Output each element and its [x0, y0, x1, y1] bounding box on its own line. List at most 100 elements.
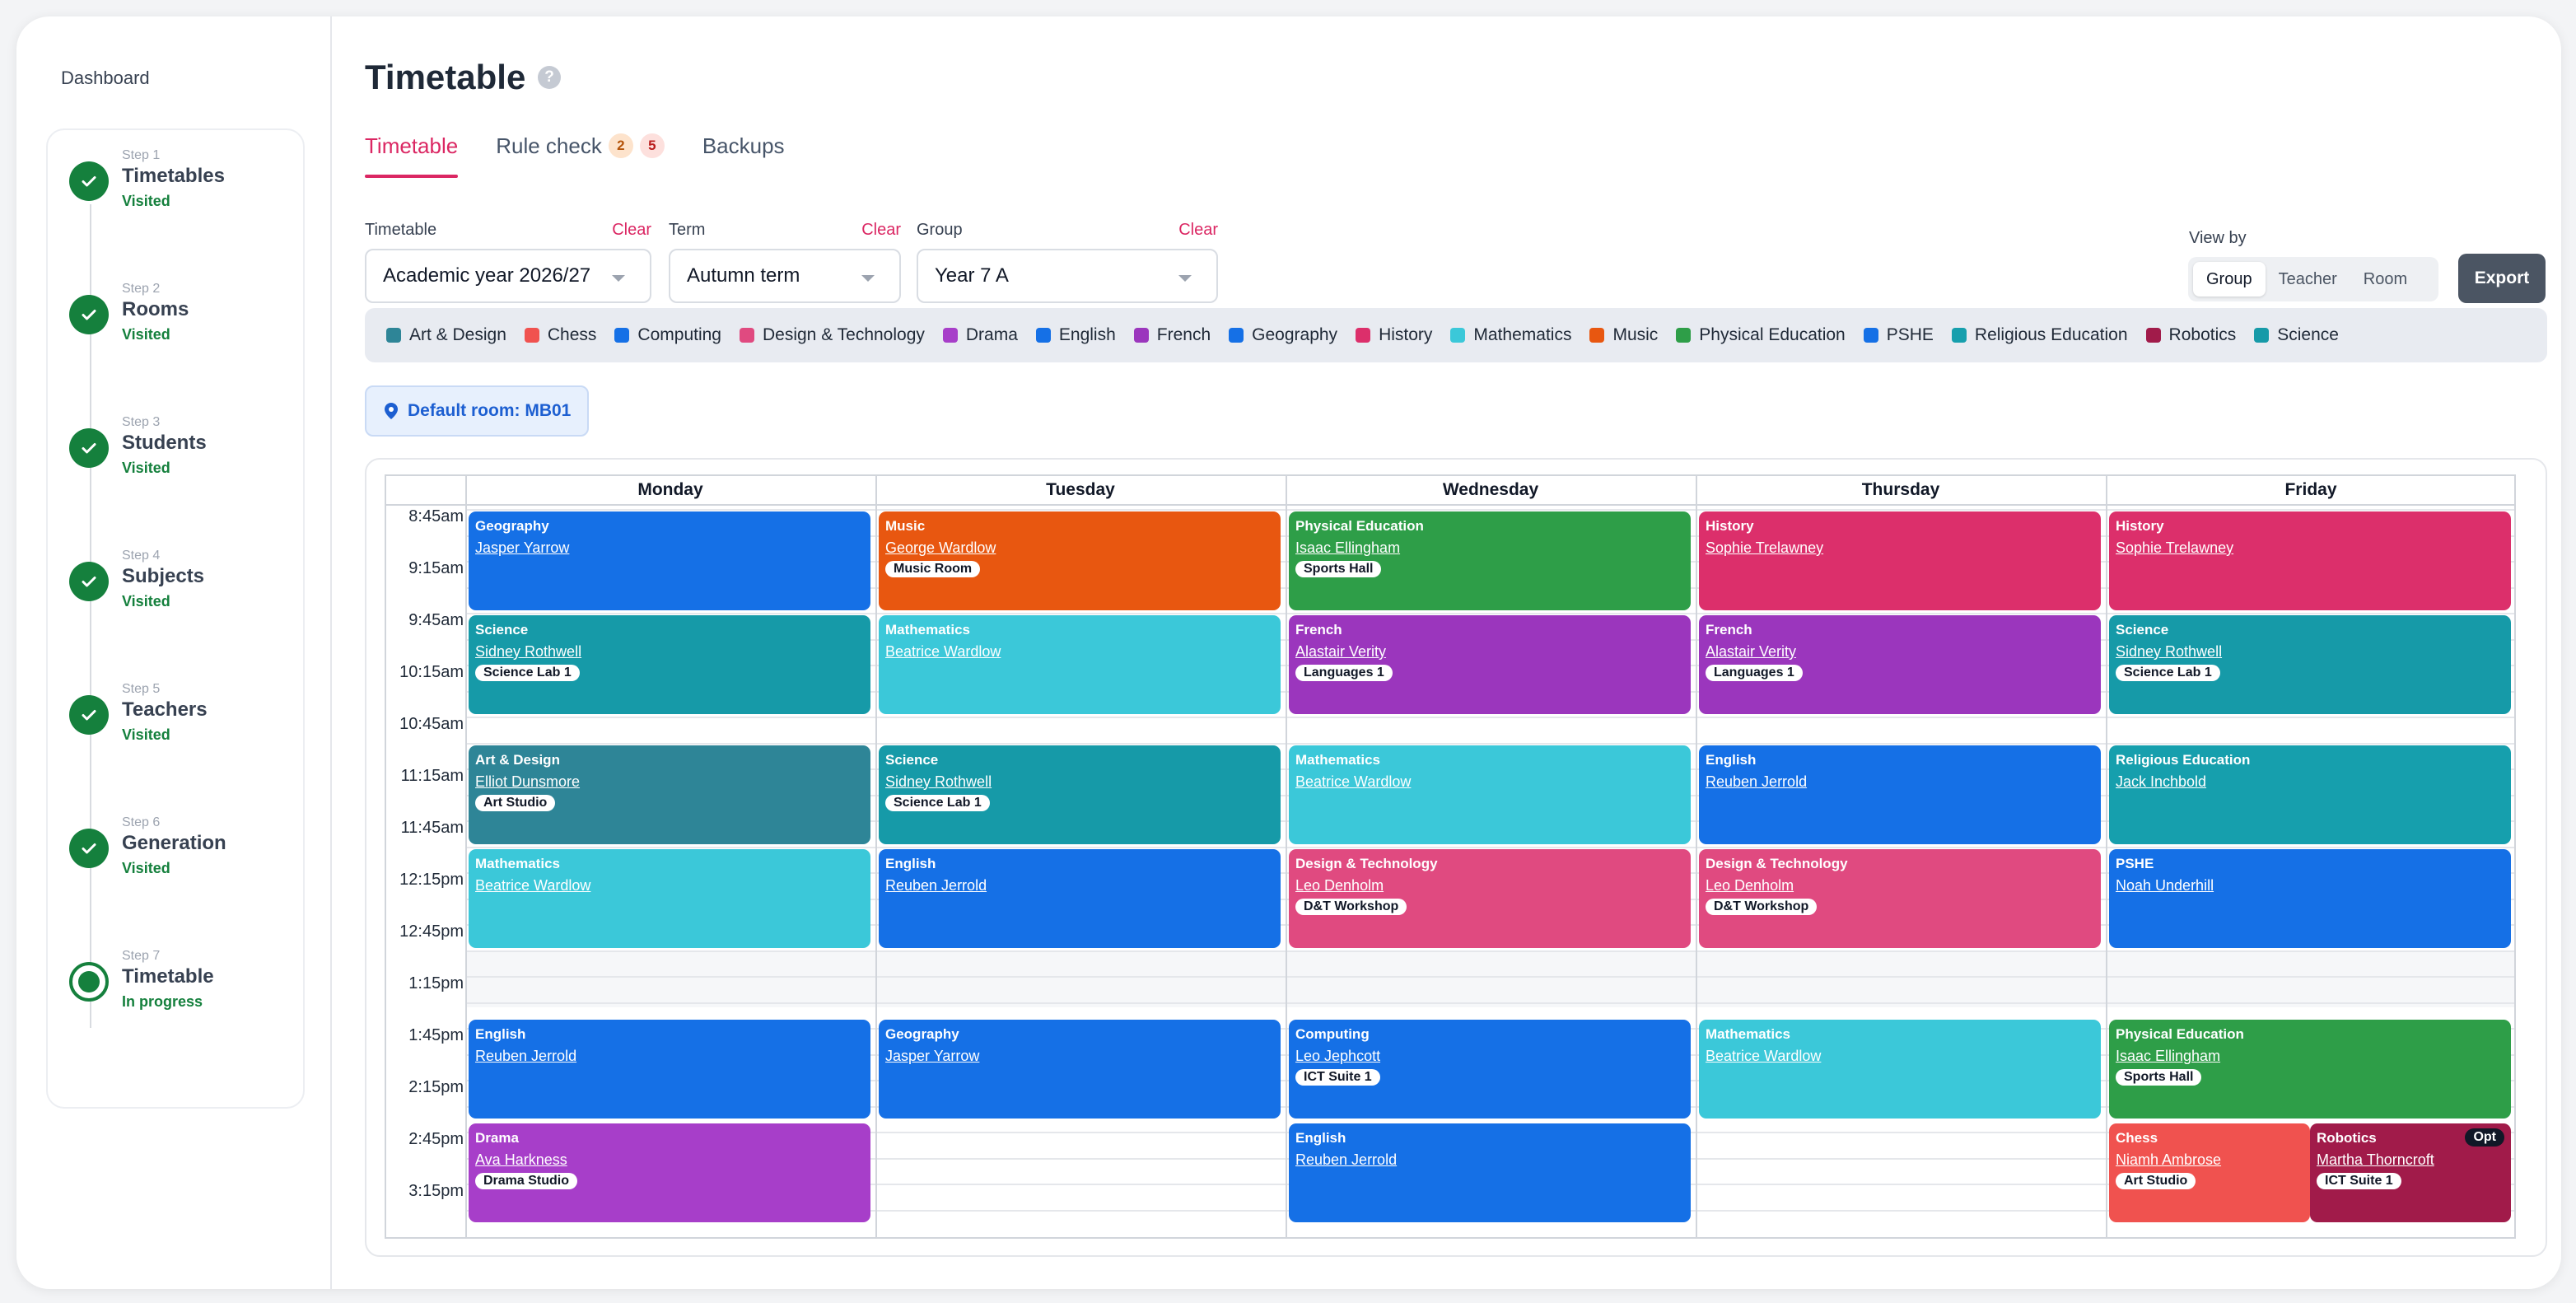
lesson-card[interactable]: History Sophie Trelawney: [2109, 511, 2511, 610]
lesson-card[interactable]: PSHE Noah Underhill: [2109, 848, 2511, 948]
lesson-card[interactable]: English Reuben Jerrold: [1699, 745, 2101, 844]
term-select[interactable]: Autumn term: [669, 249, 901, 303]
sidebar: Dashboard Step 1 Timetables Visited Step 2 R…: [16, 16, 332, 1289]
lesson-card[interactable]: Science Sidney Rothwell Science Lab 1: [2109, 615, 2511, 714]
lesson-card[interactable]: Physical Education Isaac Ellingham Sports …: [1289, 511, 1691, 610]
day-header-wednesday: Wednesday: [1286, 476, 1696, 506]
view-by-teacher[interactable]: Teacher: [2266, 262, 2350, 297]
lesson-teacher-link[interactable]: Leo Jephcott: [1295, 1048, 1684, 1065]
step-timetable[interactable]: Step 7 Timetable In progress: [69, 949, 300, 1023]
lesson-card[interactable]: French Alastair Verity Languages 1: [1699, 615, 2101, 714]
lesson-card[interactable]: Mathematics Beatrice Wardlow: [1699, 1020, 2101, 1119]
lesson-teacher-link[interactable]: Beatrice Wardlow: [1295, 773, 1684, 791]
grid-line: [465, 717, 2514, 718]
lesson-teacher-link[interactable]: Sidney Rothwell: [475, 643, 864, 661]
lesson-teacher-link[interactable]: Beatrice Wardlow: [885, 643, 1274, 661]
lesson-card[interactable]: English Reuben Jerrold: [879, 848, 1281, 948]
lesson-teacher-link[interactable]: Reuben Jerrold: [885, 877, 1274, 894]
lesson-teacher-link[interactable]: Isaac Ellingham: [2116, 1048, 2504, 1065]
lesson-room-badge: ICT Suite 1: [1295, 1069, 1380, 1086]
lesson-teacher-link[interactable]: Beatrice Wardlow: [1706, 1048, 2094, 1065]
lesson-card[interactable]: Drama Ava Harkness Drama Studio: [469, 1123, 870, 1223]
lesson-teacher-link[interactable]: Sidney Rothwell: [2116, 643, 2504, 661]
lesson-card[interactable]: Mathematics Beatrice Wardlow: [1289, 745, 1691, 844]
lesson-teacher-link[interactable]: Alastair Verity: [1295, 643, 1684, 661]
default-room-button[interactable]: Default room: MB01: [365, 385, 589, 437]
lesson-teacher-link[interactable]: Jack Inchbold: [2116, 773, 2504, 791]
lesson-teacher-link[interactable]: Elliot Dunsmore: [475, 773, 864, 791]
step-teachers[interactable]: Step 5 Teachers Visited: [69, 682, 300, 756]
view-by-room[interactable]: Room: [2350, 262, 2420, 297]
lesson-card[interactable]: Computing Leo Jephcott ICT Suite 1: [1289, 1020, 1691, 1119]
lesson-card[interactable]: Science Sidney Rothwell Science Lab 1: [879, 745, 1281, 844]
lesson-card[interactable]: Science Sidney Rothwell Science Lab 1: [469, 615, 870, 714]
grid-line: [465, 976, 2514, 978]
tab-timetable[interactable]: Timetable: [365, 133, 459, 178]
lesson-teacher-link[interactable]: Leo Denholm: [1295, 877, 1684, 894]
clear-timetable-button[interactable]: Clear: [612, 221, 651, 240]
legend-label: Science: [2277, 325, 2339, 344]
tabs: Timetable Rule check 2 5 Backups: [365, 133, 785, 178]
lesson-card[interactable]: Physical Education Isaac Ellingham Sports …: [2109, 1020, 2511, 1119]
lesson-teacher-link[interactable]: Beatrice Wardlow: [475, 877, 864, 894]
lesson-teacher-link[interactable]: Niamh Ambrose: [2116, 1151, 2303, 1169]
lesson-subject: French: [1706, 622, 1752, 637]
view-by-group[interactable]: Group: [2193, 262, 2266, 297]
lesson-card[interactable]: Robotics Martha Thorncroft ICT Suite 1 Opt: [2310, 1123, 2511, 1223]
lesson-teacher-link[interactable]: Ava Harkness: [475, 1151, 864, 1169]
step-timetables[interactable]: Step 1 Timetables Visited: [69, 148, 300, 222]
clear-group-button[interactable]: Clear: [1178, 221, 1218, 240]
tab-backups[interactable]: Backups: [702, 133, 785, 178]
grid-line: [465, 509, 2514, 511]
lesson-teacher-link[interactable]: Noah Underhill: [2116, 877, 2504, 894]
lesson-room-badge: Art Studio: [2116, 1173, 2196, 1190]
tab-label: Rule check: [496, 133, 602, 158]
step-status: Visited: [122, 726, 170, 743]
filter-label: Timetable: [365, 221, 437, 239]
lesson-card[interactable]: French Alastair Verity Languages 1: [1289, 615, 1691, 714]
lesson-teacher-link[interactable]: George Wardlow: [885, 539, 1274, 557]
tab-rule-check[interactable]: Rule check 2 5: [496, 133, 665, 178]
lesson-card[interactable]: Music George Wardlow Music Room: [879, 511, 1281, 610]
day-divider: [875, 476, 877, 1237]
timetable-select[interactable]: Academic year 2026/27: [365, 249, 651, 303]
lesson-card[interactable]: Chess Niamh Ambrose Art Studio: [2109, 1123, 2310, 1223]
group-select[interactable]: Year 7 A: [917, 249, 1218, 303]
lesson-card[interactable]: Religious Education Jack Inchbold: [2109, 745, 2511, 844]
lesson-card[interactable]: Mathematics Beatrice Wardlow: [879, 615, 1281, 714]
export-button[interactable]: Export: [2458, 254, 2546, 303]
lesson-card[interactable]: English Reuben Jerrold: [1289, 1123, 1691, 1223]
lesson-teacher-link[interactable]: Isaac Ellingham: [1295, 539, 1684, 557]
lesson-teacher-link[interactable]: Jasper Yarrow: [885, 1048, 1274, 1065]
lesson-teacher-link[interactable]: Sidney Rothwell: [885, 773, 1274, 791]
lesson-teacher-link[interactable]: Reuben Jerrold: [1295, 1151, 1684, 1169]
step-students[interactable]: Step 3 Students Visited: [69, 415, 300, 489]
lesson-card[interactable]: History Sophie Trelawney: [1699, 511, 2101, 610]
step-generation[interactable]: Step 6 Generation Visited: [69, 815, 300, 890]
lesson-subject: Physical Education: [2116, 1026, 2244, 1043]
lesson-card[interactable]: Design & Technology Leo Denholm D&T Worksh…: [1699, 848, 2101, 948]
help-icon[interactable]: ?: [538, 66, 561, 89]
lesson-card[interactable]: Art & Design Elliot Dunsmore Art Studio: [469, 745, 870, 844]
lesson-teacher-link[interactable]: Alastair Verity: [1706, 643, 2094, 661]
lesson-teacher-link[interactable]: Sophie Trelawney: [1706, 539, 2094, 557]
step-status: Visited: [122, 593, 170, 609]
step-rooms[interactable]: Step 2 Rooms Visited: [69, 282, 300, 356]
lesson-teacher-link[interactable]: Reuben Jerrold: [475, 1048, 864, 1065]
lesson-card[interactable]: English Reuben Jerrold: [469, 1020, 870, 1119]
lesson-subject: French: [1295, 622, 1342, 637]
lesson-subject: Mathematics: [475, 855, 560, 871]
lesson-teacher-link[interactable]: Sophie Trelawney: [2116, 539, 2504, 557]
lesson-card[interactable]: Geography Jasper Yarrow: [879, 1020, 1281, 1119]
step-number: Step 3: [122, 415, 161, 429]
lesson-teacher-link[interactable]: Jasper Yarrow: [475, 539, 864, 557]
step-subjects[interactable]: Step 4 Subjects Visited: [69, 549, 300, 623]
lesson-teacher-link[interactable]: Martha Thorncroft: [2317, 1151, 2504, 1169]
dashboard-link[interactable]: Dashboard: [61, 68, 150, 89]
lesson-teacher-link[interactable]: Leo Denholm: [1706, 877, 2094, 894]
lesson-card[interactable]: Design & Technology Leo Denholm D&T Worksh…: [1289, 848, 1691, 948]
lesson-teacher-link[interactable]: Reuben Jerrold: [1706, 773, 2094, 791]
clear-term-button[interactable]: Clear: [861, 221, 901, 240]
lesson-card[interactable]: Geography Jasper Yarrow: [469, 511, 870, 610]
lesson-card[interactable]: Mathematics Beatrice Wardlow: [469, 848, 870, 948]
